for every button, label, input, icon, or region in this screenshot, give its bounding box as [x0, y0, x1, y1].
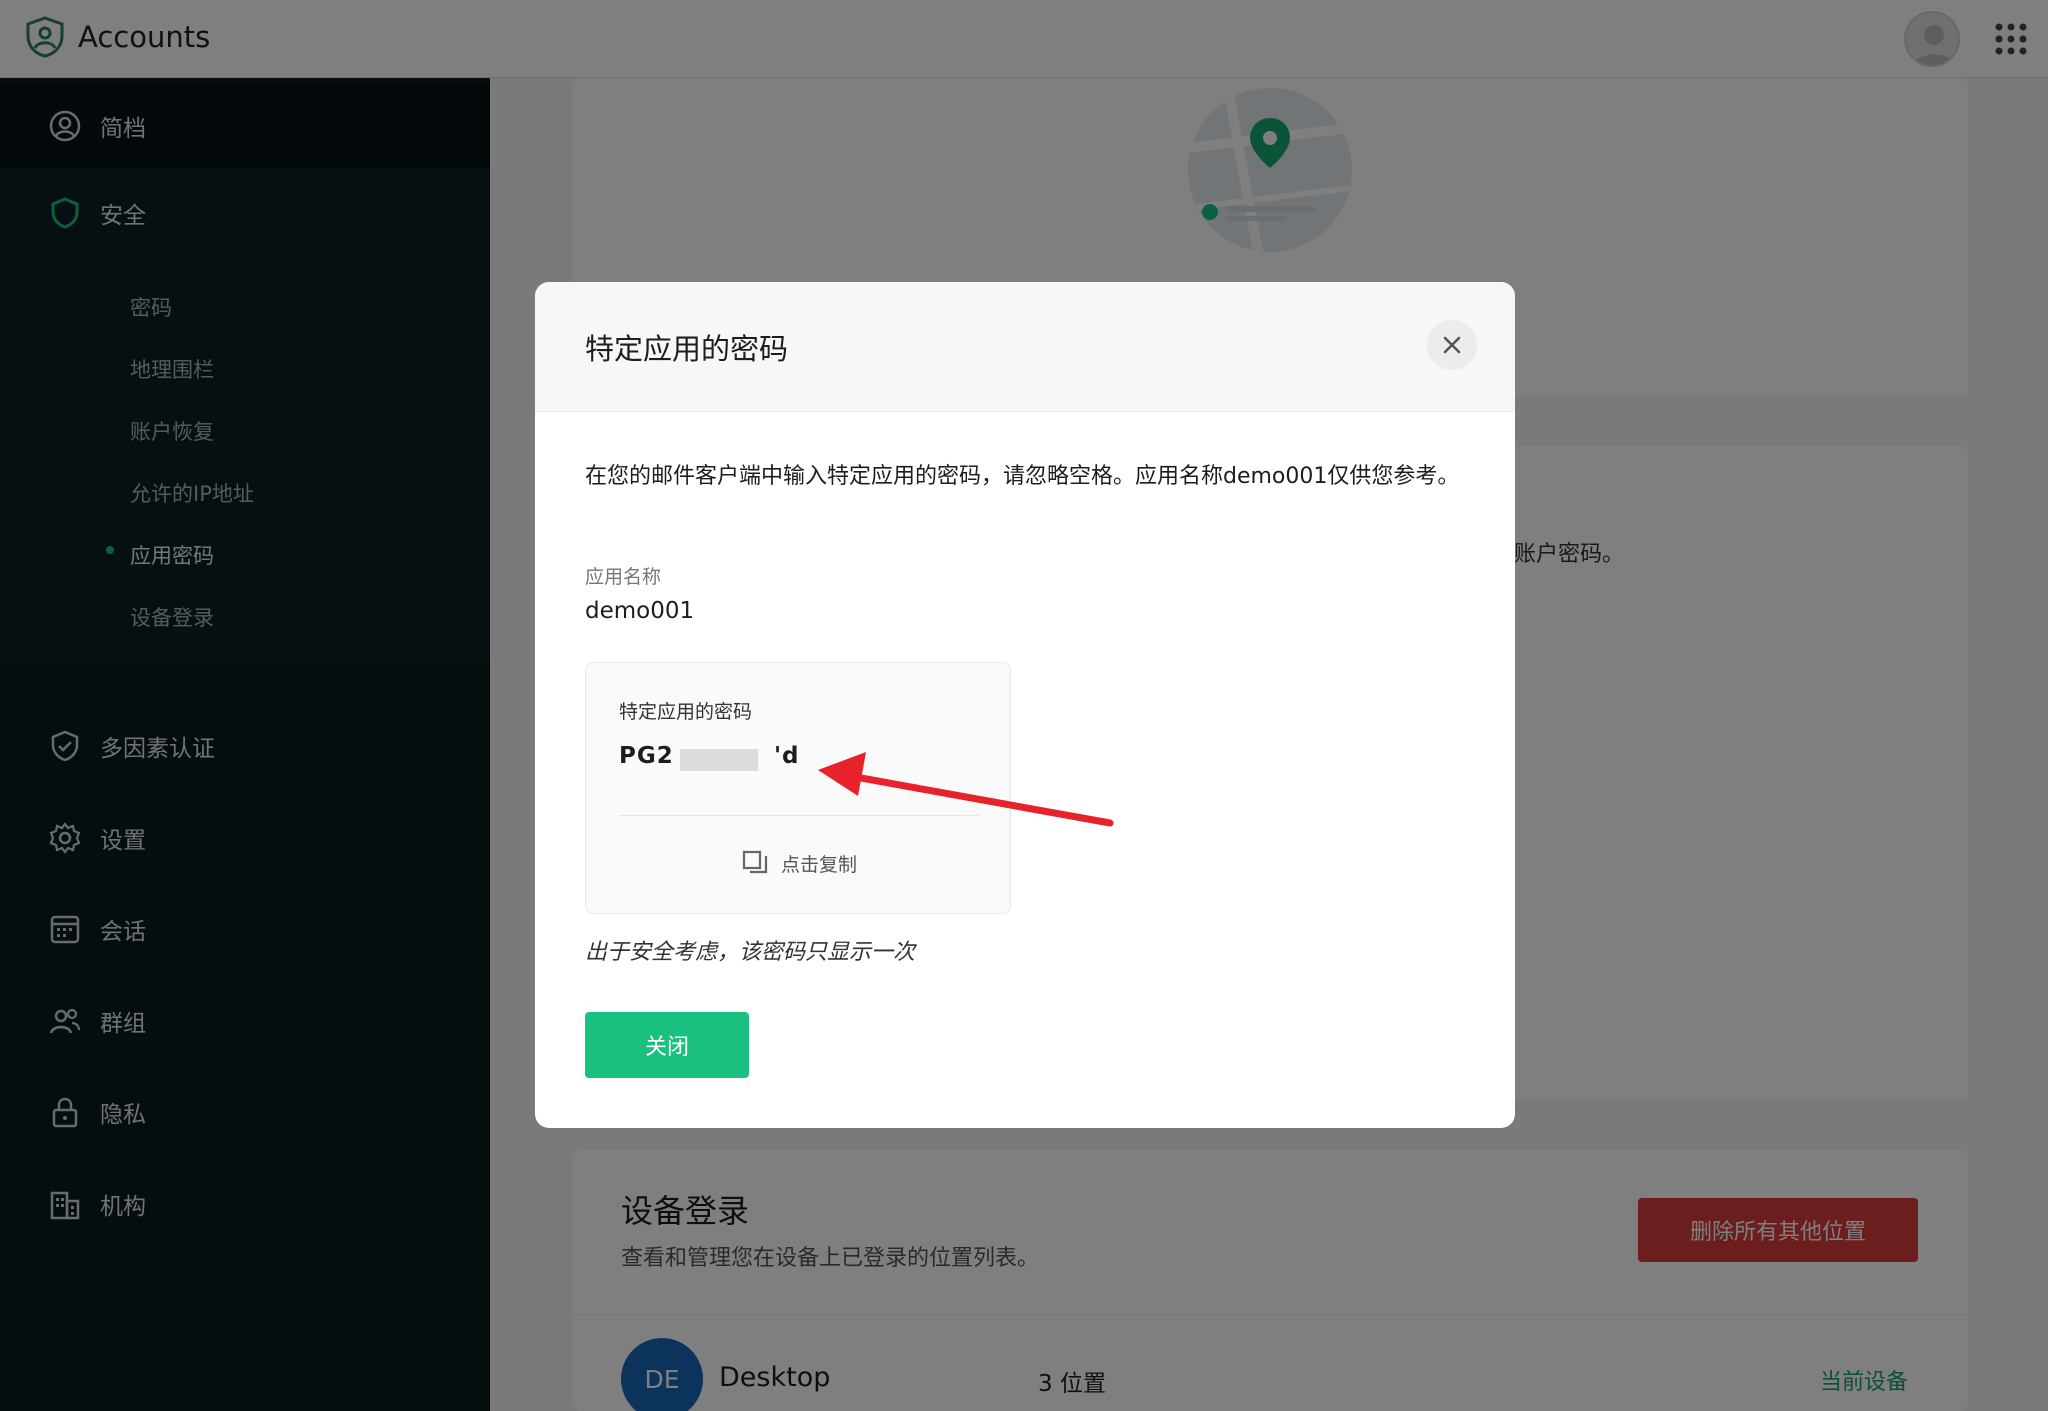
password-box: 特定应用的密码 PG2 'd 点击复制 — [585, 662, 1011, 914]
app-name-value: demo001 — [585, 598, 695, 624]
dialog-header: 特定应用的密码 — [535, 282, 1515, 412]
password-value-end: 'd — [774, 743, 800, 769]
dialog-description: 在您的邮件客户端中输入特定应用的密码，请忽略空格。应用名称demo001仅供您参… — [585, 464, 1460, 489]
copy-icon — [742, 850, 768, 874]
app-password-dialog: 特定应用的密码 在您的邮件客户端中输入特定应用的密码，请忽略空格。应用名称dem… — [535, 282, 1515, 1128]
divider — [619, 815, 979, 816]
password-redaction — [680, 749, 758, 771]
close-button[interactable]: 关闭 — [585, 1012, 749, 1078]
close-icon — [1443, 336, 1461, 354]
copy-label: 点击复制 — [780, 853, 857, 876]
dialog-title: 特定应用的密码 — [585, 332, 789, 366]
password-label: 特定应用的密码 — [619, 701, 753, 723]
copy-password-button[interactable]: 点击复制 — [586, 849, 1012, 877]
security-note: 出于安全考虑，该密码只显示一次 — [585, 940, 916, 965]
app-name-label: 应用名称 — [585, 566, 662, 588]
close-dialog-button[interactable] — [1427, 320, 1477, 370]
password-value-start: PG2 — [619, 743, 674, 769]
